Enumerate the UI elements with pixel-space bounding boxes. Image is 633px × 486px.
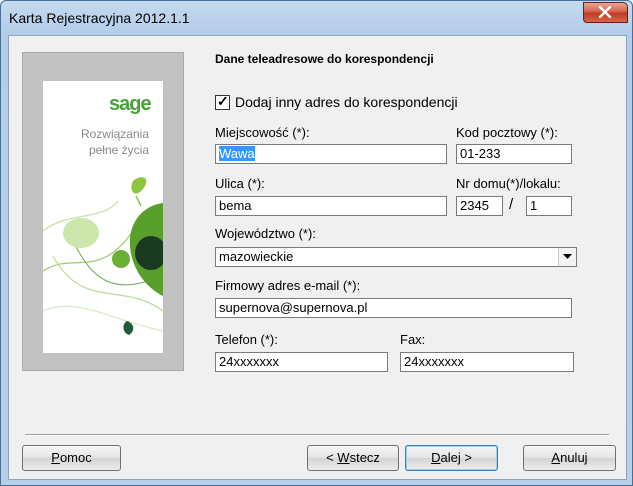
close-icon — [598, 6, 612, 18]
house-number-input[interactable]: 2345 — [456, 196, 503, 216]
dropdown-arrow-button[interactable] — [558, 248, 576, 266]
window-title: Karta Rejestracyjna 2012.1.1 — [9, 10, 190, 26]
back-label: stecz — [349, 450, 380, 465]
additional-address-checkbox[interactable]: ✓ — [215, 93, 230, 110]
button-separator — [25, 434, 609, 436]
brand-card: sage Rozwiązania pełne życia — [43, 81, 163, 353]
back-prefix: < — [326, 450, 338, 465]
back-button[interactable]: < Wstecz — [307, 445, 399, 471]
help-mnemonic: P — [51, 450, 60, 465]
cancel-mnemonic: A — [551, 450, 561, 465]
house-number-label: Nr domu(*)/lokalu: — [456, 176, 561, 191]
street-input[interactable]: bema — [215, 196, 447, 216]
city-input[interactable]: Wawa — [215, 144, 447, 164]
postal-code-input[interactable]: 01-233 — [456, 144, 572, 164]
city-value: Wawa — [219, 146, 255, 161]
house-flat-separator: / — [509, 196, 514, 213]
brand-panel: sage Rozwiązania pełne życia — [22, 52, 184, 371]
fax-input[interactable]: 24xxxxxxx — [400, 352, 574, 372]
cancel-button[interactable]: Anuluj — [523, 445, 616, 471]
section-heading: Dane teleadresowe do korespondencji — [215, 52, 434, 66]
additional-address-label: Dodaj inny adres do korespondencji — [235, 94, 458, 110]
email-input[interactable]: supernova@supernova.pl — [215, 298, 572, 318]
title-bar[interactable]: Karta Rejestracyjna 2012.1.1 — [1, 1, 632, 35]
next-button[interactable]: Dalej > — [405, 445, 498, 471]
city-label: Miejscowość (*): — [215, 125, 310, 140]
email-label: Firmowy adres e-mail (*): — [215, 278, 361, 293]
voivodeship-label: Województwo (*): — [215, 226, 316, 241]
help-button[interactable]: Pomoc — [22, 445, 121, 471]
postal-code-label: Kod pocztowy (*): — [456, 125, 558, 140]
fax-label: Fax: — [400, 332, 426, 347]
voivodeship-select[interactable]: mazowieckie — [215, 247, 577, 267]
back-mnemonic: W — [337, 450, 350, 465]
cancel-label: nuluj — [560, 450, 588, 465]
close-button[interactable] — [583, 2, 628, 23]
street-label: Ulica (*): — [215, 176, 265, 191]
dialog-body: sage Rozwiązania pełne życia Dane telead… — [8, 35, 627, 480]
voivodeship-value: mazowieckie — [219, 249, 294, 264]
phone-label: Telefon (*): — [215, 332, 278, 347]
help-label: omoc — [59, 450, 92, 465]
phone-input[interactable]: 24xxxxxxx — [215, 352, 388, 372]
flat-number-input[interactable]: 1 — [526, 196, 572, 216]
next-label: alej > — [440, 450, 472, 465]
checkmark-icon: ✓ — [217, 93, 229, 109]
registration-window: Karta Rejestracyjna 2012.1.1 sage Rozwią… — [0, 0, 633, 486]
chevron-down-icon — [563, 254, 572, 259]
leaf-decoration-icon — [43, 177, 163, 335]
